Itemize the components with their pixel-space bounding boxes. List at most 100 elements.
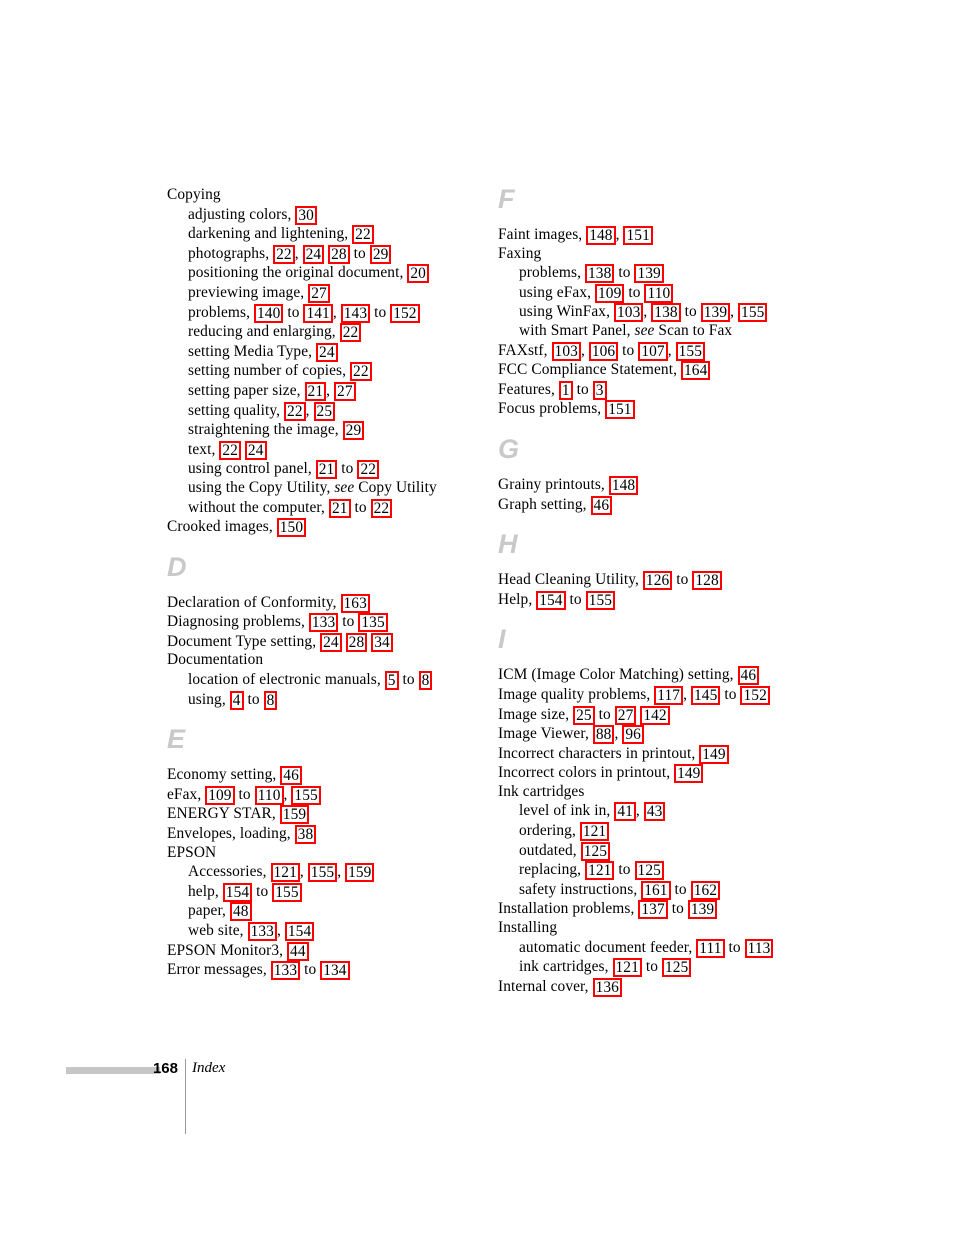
page-reference-highlight[interactable]: 8 [263,690,278,710]
page-reference-highlight[interactable]: 111 [696,938,725,958]
page-reference-highlight[interactable]: 21 [304,381,327,401]
page-reference-highlight[interactable]: 159 [345,863,375,883]
page-reference-highlight[interactable]: 117 [654,685,684,705]
page-reference-highlight[interactable]: 20 [407,264,429,284]
page-reference-highlight[interactable]: 155 [738,303,768,323]
page-reference-highlight[interactable]: 148 [608,475,639,495]
page-reference-highlight[interactable]: 24 [302,244,325,264]
page-reference-highlight[interactable]: 152 [740,685,770,705]
page-reference-highlight[interactable]: 24 [244,440,267,460]
page-reference-highlight[interactable]: 125 [580,841,611,861]
page-reference-highlight[interactable]: 22 [339,323,362,343]
page-reference-highlight[interactable]: 3 [592,380,607,400]
page-reference-highlight[interactable]: 110 [254,785,284,805]
page-reference-highlight[interactable]: 155 [272,882,302,902]
page-reference-highlight[interactable]: 150 [276,518,307,538]
page-reference-highlight[interactable]: 136 [592,977,622,997]
page-reference-highlight[interactable]: 151 [623,226,653,245]
page-reference-highlight[interactable]: 113 [744,938,774,958]
page-reference-highlight[interactable]: 155 [675,341,705,361]
page-reference-highlight[interactable]: 142 [640,705,670,725]
page-reference-highlight[interactable]: 29 [369,244,392,264]
page-reference-highlight[interactable]: 149 [699,744,729,764]
page-reference-highlight[interactable]: 152 [390,303,420,323]
page-reference-highlight[interactable]: 28 [328,244,350,264]
page-reference-highlight[interactable]: 29 [342,421,365,441]
page-reference-highlight[interactable]: 125 [634,861,664,881]
page-reference-highlight[interactable]: 121 [612,958,642,978]
page-reference-highlight[interactable]: 133 [247,922,277,941]
page-reference-highlight[interactable]: 110 [644,283,674,303]
page-reference-highlight[interactable]: 21 [315,460,338,480]
page-reference-highlight[interactable]: 138 [651,303,681,323]
page-reference-highlight[interactable]: 133 [308,613,339,633]
page-reference-highlight[interactable]: 22 [219,440,241,460]
page-reference-highlight[interactable]: 159 [279,805,310,825]
page-reference-highlight[interactable]: 25 [313,401,336,421]
page-reference-highlight[interactable]: 139 [687,900,718,920]
page-reference-highlight[interactable]: 143 [340,303,371,323]
page-reference-highlight[interactable]: 109 [205,785,235,805]
page-reference-highlight[interactable]: 22 [357,460,380,480]
page-reference-highlight[interactable]: 46 [280,766,302,786]
page-reference-highlight[interactable]: 126 [642,571,673,591]
page-reference-highlight[interactable]: 134 [320,961,350,981]
page-reference-highlight[interactable]: 154 [536,590,566,610]
page-reference-highlight[interactable]: 149 [674,764,704,784]
page-reference-highlight[interactable]: 1 [558,380,573,400]
page-reference-highlight[interactable]: 141 [303,303,333,323]
page-reference-highlight[interactable]: 148 [586,226,616,245]
page-reference-highlight[interactable]: 22 [284,401,306,421]
page-reference-highlight[interactable]: 24 [316,342,338,362]
page-reference-highlight[interactable]: 4 [229,690,244,710]
page-reference-highlight[interactable]: 22 [350,362,372,382]
page-reference-highlight[interactable]: 121 [270,863,300,883]
page-reference-highlight[interactable]: 128 [692,571,722,591]
page-reference-highlight[interactable]: 140 [253,303,284,323]
page-reference-highlight[interactable]: 25 [573,705,595,725]
page-reference-highlight[interactable]: 151 [605,400,635,420]
page-reference-highlight[interactable]: 139 [634,264,664,284]
page-reference-highlight[interactable]: 41 [614,802,636,822]
page-reference-highlight[interactable]: 22 [370,498,393,518]
page-reference-highlight[interactable]: 106 [588,341,619,361]
page-reference-highlight[interactable]: 103 [613,303,644,323]
page-reference-highlight[interactable]: 163 [340,593,370,613]
page-reference-highlight[interactable]: 21 [328,498,351,518]
page-reference-highlight[interactable]: 145 [691,685,721,705]
page-reference-highlight[interactable]: 22 [273,244,295,264]
page-reference-highlight[interactable]: 24 [320,632,342,652]
page-reference-highlight[interactable]: 27 [334,381,356,401]
page-reference-highlight[interactable]: 107 [638,341,668,361]
page-reference-highlight[interactable]: 88 [592,725,615,745]
page-reference-highlight[interactable]: 154 [222,882,253,902]
page-reference-highlight[interactable]: 121 [585,861,615,881]
page-reference-highlight[interactable]: 139 [700,303,731,323]
page-reference-highlight[interactable]: 164 [681,361,711,381]
page-reference-highlight[interactable]: 161 [641,880,671,900]
page-reference-highlight[interactable]: 44 [287,941,309,961]
page-reference-highlight[interactable]: 27 [308,283,330,303]
page-reference-highlight[interactable]: 155 [291,785,321,805]
page-reference-highlight[interactable]: 137 [638,900,668,920]
page-reference-highlight[interactable]: 109 [595,283,625,303]
page-reference-highlight[interactable]: 30 [295,205,317,225]
page-reference-highlight[interactable]: 121 [579,822,610,842]
page-reference-highlight[interactable]: 27 [614,705,637,725]
page-reference-highlight[interactable]: 138 [584,264,615,284]
page-reference-highlight[interactable]: 103 [551,341,581,361]
page-reference-highlight[interactable]: 48 [229,902,252,922]
page-reference-highlight[interactable]: 96 [622,725,644,745]
page-reference-highlight[interactable]: 34 [371,632,393,652]
page-reference-highlight[interactable]: 8 [418,671,433,691]
page-reference-highlight[interactable]: 125 [661,958,692,978]
page-reference-highlight[interactable]: 28 [345,632,368,652]
page-reference-highlight[interactable]: 155 [585,590,616,610]
page-reference-highlight[interactable]: 133 [270,961,301,981]
page-reference-highlight[interactable]: 43 [643,802,666,822]
page-reference-highlight[interactable]: 46 [737,666,760,686]
page-reference-highlight[interactable]: 162 [690,880,721,900]
page-reference-highlight[interactable]: 154 [284,922,315,941]
page-reference-highlight[interactable]: 22 [352,225,374,245]
page-reference-highlight[interactable]: 38 [294,825,317,845]
